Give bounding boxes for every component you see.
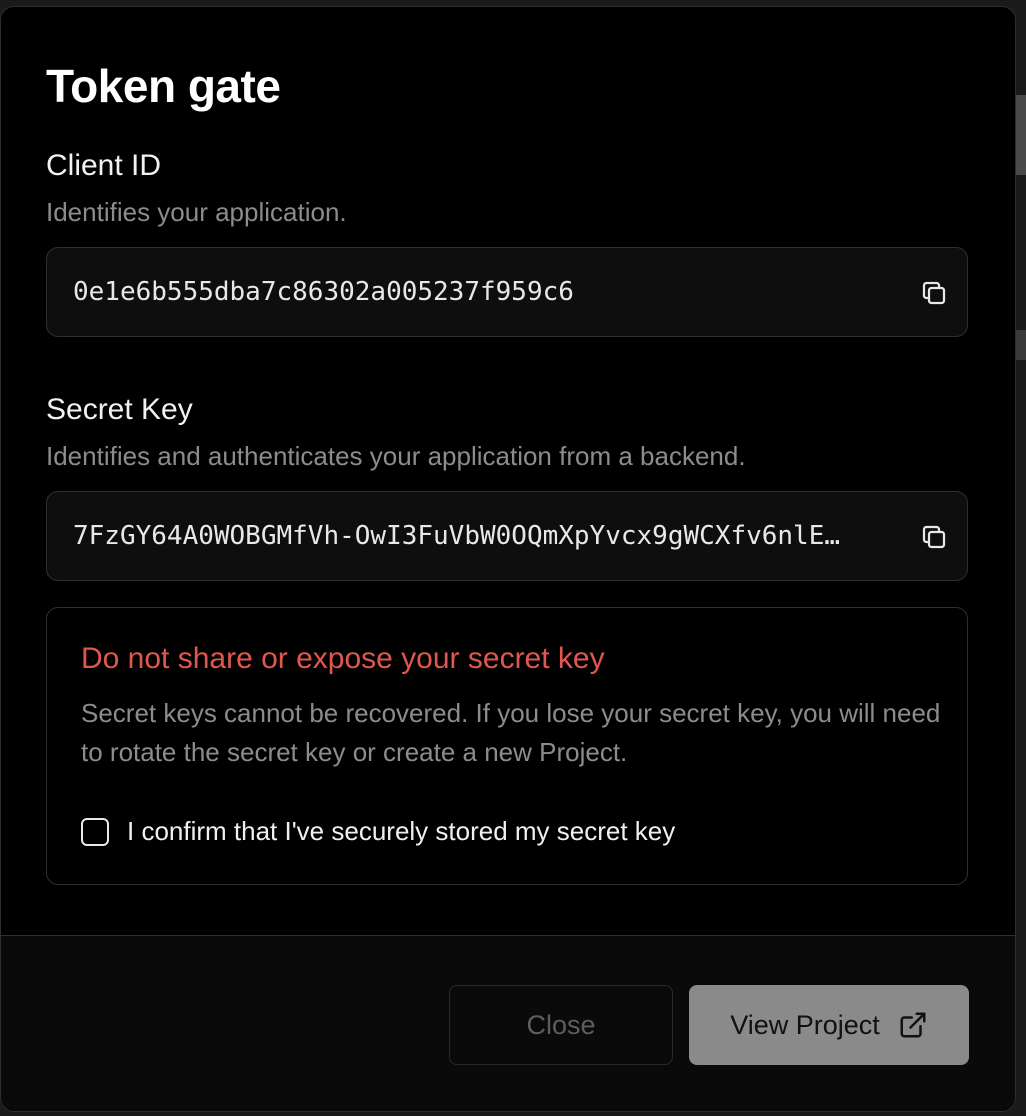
modal-footer: Close View Project: [1, 935, 1015, 1111]
modal-body: Token gate Client ID Identifies your app…: [1, 7, 1015, 935]
client-id-field: 0e1e6b555dba7c86302a005237f959c6: [46, 247, 968, 337]
modal-title: Token gate: [46, 60, 281, 112]
confirm-stored-row[interactable]: I confirm that I've securely stored my s…: [81, 816, 675, 847]
close-button[interactable]: Close: [449, 985, 673, 1065]
client-id-label: Client ID: [46, 149, 162, 182]
copy-icon: [922, 525, 946, 549]
secret-key-value[interactable]: 7FzGY64A0WOBGMfVh-OwI3FuVbW0OQmXpYvcx9gW…: [73, 492, 903, 580]
warning-title: Do not share or expose your secret key: [81, 642, 605, 675]
token-gate-modal: Token gate Client ID Identifies your app…: [0, 6, 1016, 1112]
confirm-label: I confirm that I've securely stored my s…: [127, 816, 676, 846]
warning-text: Secret keys cannot be recovered. If you …: [81, 698, 941, 767]
external-link-icon: [898, 1010, 928, 1040]
copy-client-id-button[interactable]: [919, 278, 949, 308]
client-id-value[interactable]: 0e1e6b555dba7c86302a005237f959c6: [73, 248, 903, 336]
copy-secret-key-button[interactable]: [919, 522, 949, 552]
confirm-checkbox[interactable]: [81, 817, 109, 846]
secret-key-field: 7FzGY64A0WOBGMfVh-OwI3FuVbW0OQmXpYvcx9gW…: [46, 491, 968, 581]
view-project-button[interactable]: View Project: [689, 985, 969, 1065]
secret-key-label: Secret Key: [46, 393, 193, 426]
backdrop-element: [1016, 95, 1026, 175]
close-button-label: Close: [526, 1009, 596, 1040]
copy-icon: [922, 281, 946, 305]
secret-key-warning: Do not share or expose your secret key S…: [46, 607, 968, 885]
view-project-label: View Project: [730, 1009, 880, 1040]
secret-key-help: Identifies and authenticates your applic…: [46, 441, 746, 471]
client-id-help: Identifies your application.: [46, 197, 347, 227]
backdrop-element: [1016, 330, 1026, 360]
